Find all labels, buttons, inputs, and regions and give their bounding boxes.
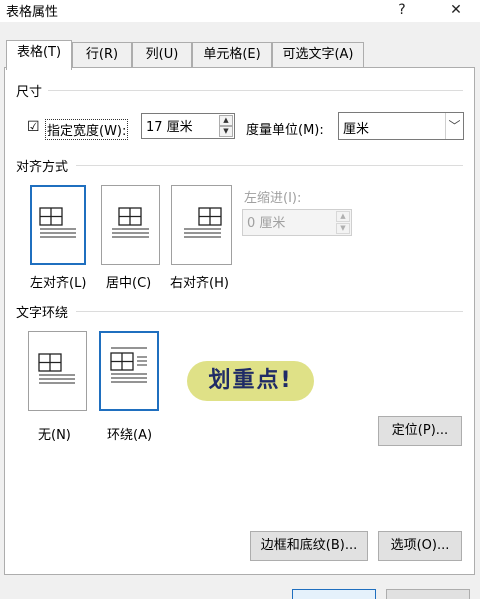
- options-button[interactable]: 选项(O)...: [378, 531, 462, 561]
- wrapping-group-title: 文字环绕: [16, 302, 73, 321]
- preferred-width-checkbox[interactable]: ☑: [27, 119, 40, 135]
- wrap-none-label: 无(N): [38, 428, 71, 443]
- align-center-icon: [112, 207, 149, 238]
- tab-row[interactable]: 行(R): [72, 42, 132, 68]
- chevron-down-icon[interactable]: ﹀: [445, 113, 463, 139]
- measure-value: 厘米: [343, 122, 370, 137]
- borders-shading-button[interactable]: 边框和底纹(B)...: [250, 531, 368, 561]
- align-left-icon: [39, 207, 76, 238]
- align-right-label: 右对齐(H): [170, 276, 229, 291]
- positioning-button[interactable]: 定位(P)...: [378, 416, 462, 446]
- alignment-group-divider: [76, 165, 463, 166]
- wrap-none-icon: [38, 353, 75, 384]
- align-center-option[interactable]: [101, 185, 160, 265]
- indent-spinbox[interactable]: 0 厘米 ▲ ▼: [242, 209, 352, 236]
- width-down-arrow-icon[interactable]: ▼: [219, 126, 233, 137]
- tab-column[interactable]: 列(U): [132, 42, 192, 68]
- align-center-label: 居中(C): [106, 276, 152, 291]
- help-button[interactable]: ?: [386, 0, 418, 22]
- indent-up-arrow-icon[interactable]: ▲: [336, 211, 350, 222]
- wrap-around-label: 环绕(A): [107, 428, 153, 443]
- tab-panel-table: [4, 67, 475, 575]
- measure-label: 度量单位(M):: [246, 123, 324, 138]
- wrap-around-option[interactable]: [99, 331, 159, 411]
- width-up-arrow-icon[interactable]: ▲: [219, 115, 233, 126]
- ok-button[interactable]: [292, 589, 376, 599]
- cancel-button[interactable]: [386, 589, 470, 599]
- highlight-sticker: 划重点!: [187, 361, 314, 401]
- size-group-divider: [48, 90, 463, 91]
- tab-alt-text[interactable]: 可选文字(A): [272, 42, 364, 68]
- width-spinbox[interactable]: 17 厘米 ▲ ▼: [141, 113, 235, 139]
- align-right-icon: [184, 207, 222, 238]
- preferred-width-label[interactable]: 指定宽度(W):: [45, 119, 129, 140]
- indent-label: 左缩进(I):: [244, 191, 302, 206]
- alignment-group-title: 对齐方式: [16, 156, 73, 175]
- align-left-option[interactable]: [30, 185, 86, 265]
- indent-down-arrow-icon[interactable]: ▼: [336, 223, 350, 234]
- align-right-option[interactable]: [171, 185, 232, 265]
- width-value: 17 厘米: [146, 120, 193, 135]
- window-title: 表格属性: [6, 5, 59, 20]
- tab-strip: 表格(T) 行(R) 列(U) 单元格(E) 可选文字(A): [4, 40, 474, 70]
- indent-value: 0 厘米: [247, 216, 286, 231]
- wrapping-group-divider: [76, 311, 463, 312]
- wrap-none-option[interactable]: [28, 331, 87, 411]
- title-bar: 表格属性 ? ✕: [0, 0, 480, 22]
- tab-cell[interactable]: 单元格(E): [192, 42, 272, 68]
- wrap-around-icon: [110, 347, 147, 383]
- highlight-sticker-text: 划重点!: [208, 368, 293, 393]
- measure-select[interactable]: 厘米 ﹀: [338, 112, 464, 140]
- tab-table[interactable]: 表格(T): [6, 40, 72, 70]
- align-left-label: 左对齐(L): [30, 276, 87, 291]
- size-group-title: 尺寸: [16, 81, 47, 100]
- close-button[interactable]: ✕: [440, 0, 472, 22]
